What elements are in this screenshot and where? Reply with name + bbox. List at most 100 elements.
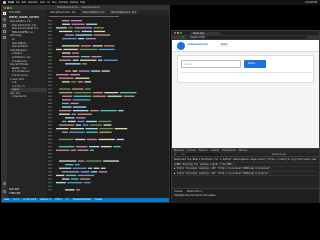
code-token <box>93 167 100 169</box>
code-token <box>62 178 70 180</box>
line-number <box>48 59 52 61</box>
menu-item[interactable]: Run <box>52 1 56 5</box>
forward-icon[interactable]: → <box>178 36 180 40</box>
code-token <box>62 99 72 101</box>
status-item[interactable]: Ln 22, Col 6 <box>23 198 36 202</box>
outline-section[interactable]: TIMELINE <box>9 192 46 196</box>
menu-item[interactable]: Selection <box>28 1 38 5</box>
status-item[interactable]: UTF-8 <box>55 198 62 202</box>
code-line <box>48 117 86 119</box>
files-icon[interactable] <box>3 12 6 15</box>
code-token <box>73 95 92 97</box>
code-line <box>48 120 112 123</box>
code-token <box>80 56 90 58</box>
search-field[interactable]: Search... <box>181 60 241 68</box>
extensions-icon[interactable] <box>3 36 6 39</box>
status-item[interactable]: Prettier <box>95 198 103 202</box>
back-icon[interactable]: ← <box>174 36 176 40</box>
file-tree-item[interactable]: components <box>10 95 47 99</box>
line-number <box>48 135 52 137</box>
status-bar: main 0 ⚠ 0 Ln 22, Col 6 Spaces: 2 UTF-8 LF Typ… <box>2 198 169 202</box>
menu-item[interactable]: Window <box>70 1 79 5</box>
maximize-dot[interactable] <box>10 7 12 9</box>
code-token <box>98 171 108 173</box>
code-line <box>48 142 52 144</box>
react-badge: React <box>220 43 229 47</box>
code-token <box>71 81 77 83</box>
code-token <box>80 178 91 180</box>
line-number <box>48 20 52 22</box>
search-field-placeholder: Search... <box>184 63 194 66</box>
code-line <box>48 63 87 65</box>
status-item[interactable]: TypeScript React <box>72 198 90 202</box>
browser-min-dot[interactable] <box>177 32 179 34</box>
drawer-tab[interactable]: Console <box>174 190 183 194</box>
line-number <box>48 131 52 133</box>
menu-item[interactable]: Help <box>80 1 85 5</box>
code-editor[interactable] <box>47 18 169 198</box>
menu-item[interactable]: File <box>16 1 20 5</box>
minimize-dot[interactable] <box>7 7 9 9</box>
status-item[interactable]: Spaces: 2 <box>40 198 51 202</box>
menu-item[interactable]: Go <box>47 1 50 5</box>
code-token <box>91 171 98 173</box>
log-level-select[interactable]: Default levels <box>272 153 286 157</box>
line-number <box>48 84 52 86</box>
code-line <box>48 110 124 112</box>
code-token <box>86 138 98 141</box>
code-token <box>65 189 75 191</box>
code-token <box>70 74 80 76</box>
close-dot[interactable] <box>4 7 6 9</box>
code-token <box>65 63 81 65</box>
browser-close-dot[interactable] <box>174 32 176 34</box>
status-item[interactable]: LF <box>66 198 69 202</box>
code-token <box>75 146 88 148</box>
line-number <box>48 160 52 162</box>
code-token <box>62 56 80 58</box>
apple-icon[interactable] <box>3 1 6 4</box>
source-control-icon[interactable] <box>3 24 6 27</box>
status-item[interactable]: main <box>4 198 9 202</box>
code-token <box>62 131 68 133</box>
code-token <box>118 110 124 112</box>
line-number <box>48 99 52 101</box>
code-token <box>63 48 79 51</box>
address-bar[interactable]: localhost:3000 <box>187 35 307 40</box>
code-token <box>59 167 72 169</box>
code-line <box>48 41 52 43</box>
breadcrumb-bar <box>49 16 119 17</box>
code-token <box>82 63 87 65</box>
code-line <box>48 38 96 40</box>
account-icon[interactable] <box>3 182 6 185</box>
line-number <box>48 185 52 187</box>
console-filter-input[interactable]: Filter <box>180 153 220 157</box>
line-number <box>48 142 52 144</box>
debug-icon[interactable] <box>3 30 6 33</box>
app-name[interactable]: Code <box>8 1 14 5</box>
menu-item[interactable]: Edit <box>22 1 26 5</box>
code-token <box>65 34 74 36</box>
code-token <box>80 45 92 47</box>
code-line <box>48 27 104 29</box>
submit-button[interactable]: Submit <box>244 60 266 68</box>
status-item[interactable]: 0 ⚠ 0 <box>13 198 19 202</box>
code-token <box>99 128 114 130</box>
code-token <box>72 52 80 54</box>
code-token <box>59 77 74 79</box>
clear-console-icon[interactable]: ⊘ <box>174 153 176 157</box>
code-token <box>62 120 67 123</box>
code-line <box>48 56 102 58</box>
drawer-tab[interactable]: What's New ✕ <box>187 190 202 194</box>
code-token <box>70 102 79 105</box>
line-number <box>48 102 52 104</box>
search-icon[interactable] <box>3 18 6 21</box>
line-number <box>48 128 52 130</box>
code-token <box>113 146 121 148</box>
gear-icon[interactable] <box>3 190 6 193</box>
browser-max-dot[interactable] <box>180 32 182 34</box>
menu-item[interactable]: View <box>40 1 45 5</box>
code-token <box>67 182 83 184</box>
menu-item[interactable]: Terminal <box>59 1 68 5</box>
line-number <box>48 146 52 148</box>
reload-icon[interactable]: ↻ <box>182 36 184 40</box>
